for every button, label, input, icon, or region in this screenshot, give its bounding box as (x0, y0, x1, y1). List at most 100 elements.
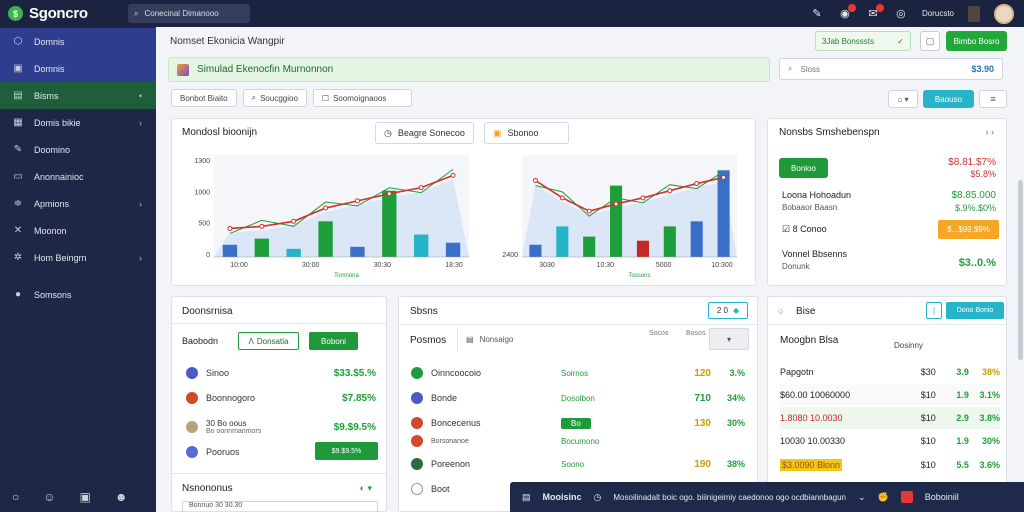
sidebar-item-5[interactable]: ▭ Anonnainioc (0, 163, 156, 190)
sidebar-item-label: Domnis (34, 36, 65, 47)
chart-card: Mondosl bioonijn ◷ Beagre Sonecoo ▣ Sbon… (171, 118, 756, 286)
summary-button[interactable]: Bonloo (779, 158, 828, 178)
table-row[interactable]: Boncecenus Bo 130 30% (411, 413, 745, 433)
table-row[interactable]: Borsonanoe Bocumono (411, 431, 745, 451)
trade-status: Soirnos (561, 368, 589, 378)
chart-bar (414, 234, 429, 257)
primary-action-button[interactable]: Bimbo Bosro (946, 31, 1007, 51)
sidebar-item-0[interactable]: ⬡ Domnis (0, 28, 156, 55)
error-icon (900, 491, 913, 503)
table-row[interactable]: Poreenon Soono 190 38% (411, 454, 745, 474)
coin-icon (411, 458, 423, 470)
help-icon[interactable]: ○ (12, 490, 19, 504)
list-item[interactable]: Sinoo $33.$5.% (186, 363, 376, 383)
top-search-input[interactable]: ⌕ Conecinal Dimanooo (128, 4, 250, 23)
chart-bar (382, 190, 397, 257)
table-row[interactable]: Oinncoocoio Soirnos 120 3.% (411, 363, 745, 383)
chart-tab-1[interactable]: ◷ Beagre Sonecoo (375, 122, 474, 144)
search-input[interactable]: ⌕ Sloss $3.90 (779, 58, 1003, 80)
pin-icon[interactable]: ✎ (810, 7, 824, 21)
table-row[interactable]: 10030 10.00330 $10 1.9 30% (780, 430, 1000, 452)
chart-point (559, 195, 565, 201)
list-item[interactable]: Boonnogoro $7.85% (186, 388, 376, 408)
coin-icon (186, 392, 198, 404)
top-user-name[interactable]: Dorucsto (922, 9, 954, 18)
table-row[interactable]: $60.00 10060000 $10 1.9 3.1% (780, 384, 1000, 406)
filter-row: Bonbot Biaito ⌕ Soucggioo ☐ Soomoignaoos (171, 89, 413, 107)
chart-bar (350, 246, 365, 257)
chart-icon: ▤ (13, 90, 23, 101)
sort-button[interactable]: ▾ (709, 328, 749, 350)
table-row[interactable]: $3.0090 Blonn $10 5.5 3.6% (780, 454, 1000, 476)
chevron-down-icon[interactable]: ⌄ (858, 492, 866, 503)
avatar[interactable] (994, 3, 1014, 24)
teal-action-button[interactable]: Baouso (923, 90, 974, 108)
list-item[interactable]: 30 Bo oous Bo oonnmanmors $9.$9.5% (186, 415, 376, 439)
alert-icon[interactable]: ◉ (838, 3, 856, 21)
table-row[interactable]: 1.8080 10.0030 $10 2.9 3.8% (780, 407, 1000, 429)
notification-icon[interactable]: ✉ (866, 3, 884, 21)
summary-dropdown-icon[interactable]: › › (986, 127, 995, 137)
trade-name: Bonde (431, 393, 458, 403)
filter-button-2[interactable]: ☐ Soomoignaoos (312, 89, 413, 107)
expand-icon[interactable]: ◐ ▾ (360, 483, 372, 494)
user-mini-avatar[interactable] (968, 5, 980, 22)
trades-toggle[interactable]: 2 0 ◆ (708, 302, 748, 319)
trade-name: Boncecenus (431, 418, 481, 428)
chevron-right-icon: › (139, 117, 142, 128)
filter-button-0[interactable]: Bonbot Biaito (171, 89, 237, 107)
status-button[interactable]: 3Jab Bonsssts ✓ (815, 31, 911, 51)
summary-check-row[interactable]: ☑ 8 Conoo (782, 224, 827, 235)
trade-amount: 120 (694, 367, 711, 379)
list-small-toggle[interactable]: | (926, 302, 942, 319)
menu-button[interactable]: ≡ (979, 90, 1007, 108)
sidebar-item-8[interactable]: ✲ Hom Beingrn › (0, 244, 156, 271)
assets-footer-input[interactable]: Bonnuo 30 30.30 (182, 501, 378, 512)
sidebar-item-1[interactable]: ▣ Domnis (0, 55, 156, 82)
chart-tab-2[interactable]: ▣ Sbonoo (484, 122, 569, 144)
table-row[interactable]: Bonde Dosolbon 710 34% (411, 388, 745, 408)
assets-title: Doonsrnisa (182, 306, 233, 317)
trades-tab-1[interactable]: Posmos (410, 335, 446, 346)
chart-point (586, 208, 592, 214)
trades-tab-2[interactable]: ▤ Nonsaigo (457, 327, 572, 352)
sidebar-item-4[interactable]: ✎ Doomino (0, 136, 156, 163)
search-placeholder: Sloss (800, 64, 821, 74)
sidebar: ⬡ Domnis ▣ Domnis ▤ Bisms • ▦ Domis biki… (0, 27, 156, 512)
list-teal-button[interactable]: Dono Bonio (946, 302, 1004, 319)
list-row-col2: $10 (920, 436, 936, 446)
chart-tab-label: Sbonoo (507, 128, 539, 138)
scrollbar[interactable] (1018, 180, 1023, 360)
sidebar-item-label: Moonon (34, 225, 67, 236)
trade-name: Oinncoocoio (431, 368, 482, 378)
profile-icon[interactable]: ☺ (43, 490, 55, 504)
chart-bar (286, 248, 301, 257)
chart-tab-label: Beagre Sonecoo (397, 128, 465, 138)
assets-action-button[interactable]: $9.$9.5% (315, 442, 378, 460)
sidebar-item-7[interactable]: ✕ Moonon (0, 217, 156, 244)
table-row[interactable]: Papgotn $30 3.9 38% (780, 361, 1000, 383)
toast-action[interactable]: Boboiniil (925, 492, 959, 502)
summary-green-value-3: $3..0.% (958, 257, 996, 269)
sidebar-item-6[interactable]: ≑ Apmions › (0, 190, 156, 217)
filter-button-1[interactable]: ⌕ Soucggioo (242, 89, 307, 107)
bank-button[interactable]: ⌂ ▾ (888, 90, 918, 108)
fist-icon[interactable]: ✊ (878, 492, 889, 503)
chart-x-tick: 10:300 (711, 262, 733, 269)
list-row-col3: 5.5 (956, 460, 969, 470)
trade-name: Boot (431, 484, 450, 494)
sidebar-item-2[interactable]: ▤ Bisms • (0, 82, 156, 109)
clipboard-button[interactable]: ▢ (920, 31, 940, 51)
users-icon[interactable]: ☻ (115, 490, 128, 504)
trades-col-2: Bosos (686, 330, 706, 337)
sidebar-item-3[interactable]: ▦ Domis bikie › (0, 109, 156, 136)
assets-outline-button[interactable]: Λ Donsatia (238, 332, 299, 350)
user-circle-icon[interactable]: ◎ (894, 7, 908, 21)
message-icon[interactable]: ▣ (80, 490, 91, 504)
sidebar-item-9[interactable]: ● Somsons (0, 281, 156, 308)
chart-point (532, 178, 538, 183)
summary-label-2: Vonnel Bbsenns (782, 249, 848, 259)
assets-green-button[interactable]: Boboni (309, 332, 358, 350)
chart-point (418, 185, 424, 191)
chart-x-tick: 3030 (539, 262, 555, 269)
